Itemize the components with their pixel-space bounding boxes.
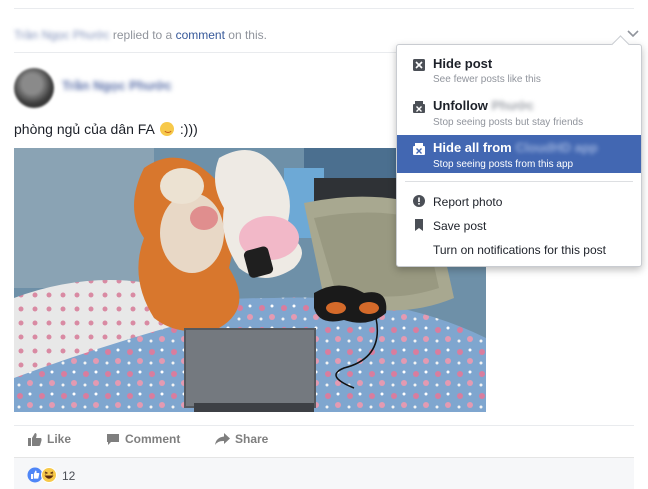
menu-item-report-photo[interactable]: Report photo (397, 191, 641, 211)
post-actions: Like Comment Share (14, 425, 634, 455)
comment-icon (107, 433, 119, 445)
menu-item-notifications[interactable]: Turn on notifications for this post (397, 239, 641, 259)
hide-post-label: Hide post (433, 56, 493, 71)
hide-post-sub: See fewer posts like this (433, 74, 541, 85)
hide-all-label: Hide all from CloudHD app (433, 140, 598, 155)
replied-text: replied to a (112, 28, 173, 42)
post-text: phòng ngủ của dân FA :))) (14, 121, 198, 137)
comment-button[interactable]: Comment (106, 432, 180, 446)
share-button[interactable]: Share (215, 432, 268, 446)
unfollow-label: Unfollow Phước (433, 98, 534, 113)
hide-all-text: Hide all from (433, 140, 512, 155)
comment-label: Comment (125, 432, 181, 446)
hide-all-sub: Stop seeing posts from this app (433, 159, 574, 170)
share-icon (215, 432, 230, 445)
menu-divider (405, 181, 633, 182)
report-icon (413, 195, 425, 207)
menu-item-hide-post[interactable]: Hide post See fewer posts like this (397, 51, 641, 87)
story-actor-name[interactable]: Trần Ngọc Phước (14, 28, 110, 42)
reaction-icons[interactable] (27, 467, 59, 483)
menu-item-hide-all[interactable]: Hide all from CloudHD app Stop seeing po… (397, 135, 641, 173)
reactions-bar: 12 (14, 457, 634, 489)
avatar[interactable] (14, 68, 54, 108)
on-this-text: on this. (228, 28, 267, 42)
menu-item-save-post[interactable]: Save post (397, 215, 641, 235)
notifications-label: Turn on notifications for this post (433, 243, 606, 257)
post-text-main: phòng ngủ của dân FA (14, 121, 155, 137)
unfollow-name: Phước (491, 98, 535, 113)
haha-icon (41, 467, 57, 483)
comment-link[interactable]: comment (176, 28, 225, 42)
story-header: Trần Ngọc Phước replied to a comment on … (14, 28, 267, 42)
post-options-menu: Hide post See fewer posts like this Unfo… (396, 44, 642, 267)
emoji-icon (160, 122, 175, 136)
report-photo-label: Report photo (433, 195, 503, 209)
menu-item-unfollow[interactable]: Unfollow Phước Stop seeing posts but sta… (397, 93, 641, 131)
save-post-label: Save post (433, 219, 487, 233)
bookmark-icon (415, 219, 423, 231)
post-author[interactable]: Trần Ngọc Phước (62, 78, 172, 93)
like-label: Like (47, 432, 72, 446)
unfollow-icon (413, 101, 425, 113)
hide-post-icon (413, 59, 425, 71)
like-icon (27, 467, 43, 483)
hide-all-name: CloudHD app (515, 140, 598, 155)
reaction-count[interactable]: 12 (62, 469, 75, 483)
like-button[interactable]: Like (28, 432, 71, 446)
unfollow-sub: Stop seeing posts but stay friends (433, 117, 584, 128)
unfollow-text: Unfollow (433, 98, 488, 113)
share-label: Share (235, 432, 269, 446)
post-text-end: :))) (179, 121, 198, 137)
thumbs-up-icon (28, 432, 42, 446)
top-divider (14, 8, 634, 9)
chevron-down-icon[interactable] (626, 28, 640, 40)
hide-all-icon (413, 143, 425, 155)
